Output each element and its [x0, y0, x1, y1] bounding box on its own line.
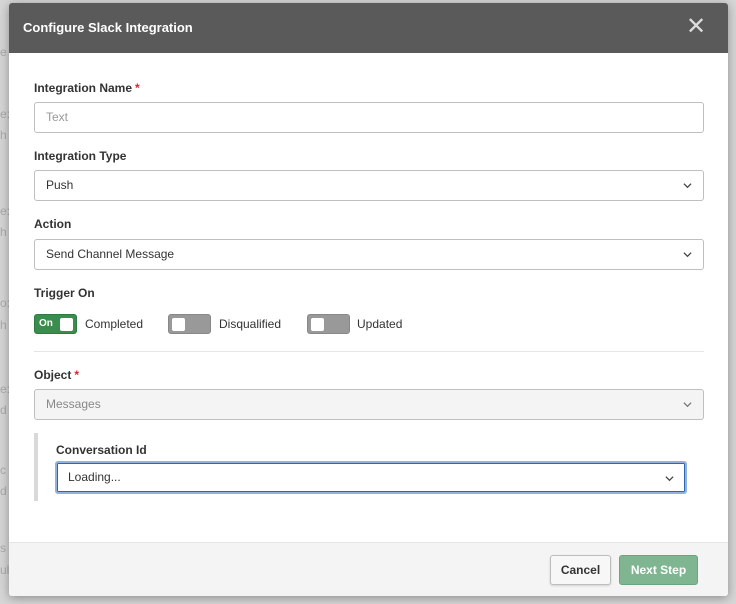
chevron-down-icon	[683, 183, 692, 189]
toggle-completed-label: Completed	[85, 317, 144, 331]
chevron-down-icon	[683, 252, 692, 258]
next-step-button[interactable]: Next Step	[619, 555, 698, 585]
required-marker: *	[135, 81, 140, 95]
object-select[interactable]: Messages	[34, 389, 704, 420]
integration-type-label: Integration Type	[34, 149, 127, 163]
background-text-fragment: h	[0, 128, 7, 142]
background-text-fragment: s	[0, 541, 6, 555]
modal-title: Configure Slack Integration	[23, 20, 193, 35]
close-icon[interactable]: ✕	[686, 14, 706, 38]
conversation-id-value: Loading...	[68, 470, 121, 484]
conversation-id-label: Conversation Id	[56, 443, 147, 457]
background-text-fragment: d	[0, 484, 7, 498]
background-text-fragment: e	[0, 45, 7, 59]
background-text-fragment: d	[0, 403, 7, 417]
action-value: Send Channel Message	[46, 247, 175, 261]
object-label: Object *	[34, 368, 80, 382]
background-text-fragment: ul	[0, 563, 10, 577]
toggle-on-text: On	[39, 318, 53, 329]
integration-type-select[interactable]: Push	[34, 170, 704, 201]
object-value: Messages	[46, 397, 101, 411]
background-text-fragment: h	[0, 225, 7, 239]
toggle-knob	[311, 318, 324, 331]
modal-body: Integration Name * Text Integration Type …	[9, 53, 728, 542]
conversation-panel: Conversation Id Loading...	[34, 433, 704, 501]
toggle-knob	[172, 318, 185, 331]
modal-footer: Cancel Next Step	[9, 542, 728, 596]
configure-slack-modal: Configure Slack Integration ✕ Integratio…	[9, 3, 728, 596]
integration-name-input[interactable]: Text	[34, 102, 704, 133]
toggle-disqualified[interactable]	[168, 314, 211, 334]
toggle-updated-label: Updated	[357, 317, 403, 331]
chevron-down-icon	[683, 402, 692, 408]
toggle-updated[interactable]	[307, 314, 350, 334]
toggle-completed[interactable]: On	[34, 314, 77, 334]
trigger-on-label: Trigger On	[34, 286, 95, 300]
background-text-fragment: h	[0, 318, 7, 332]
required-marker: *	[74, 368, 80, 382]
action-label: Action	[34, 217, 72, 231]
chevron-down-icon	[665, 476, 674, 482]
modal-header: Configure Slack Integration ✕	[9, 3, 728, 53]
cancel-button[interactable]: Cancel	[550, 555, 611, 585]
integration-type-value: Push	[46, 178, 74, 192]
section-divider	[34, 351, 704, 352]
toggle-disqualified-label: Disqualified	[219, 317, 282, 331]
background-text-fragment: c	[0, 463, 6, 477]
integration-name-label: Integration Name *	[34, 81, 140, 95]
conversation-id-select[interactable]: Loading...	[55, 461, 687, 494]
toggle-knob	[60, 318, 73, 331]
action-select[interactable]: Send Channel Message	[34, 239, 704, 270]
